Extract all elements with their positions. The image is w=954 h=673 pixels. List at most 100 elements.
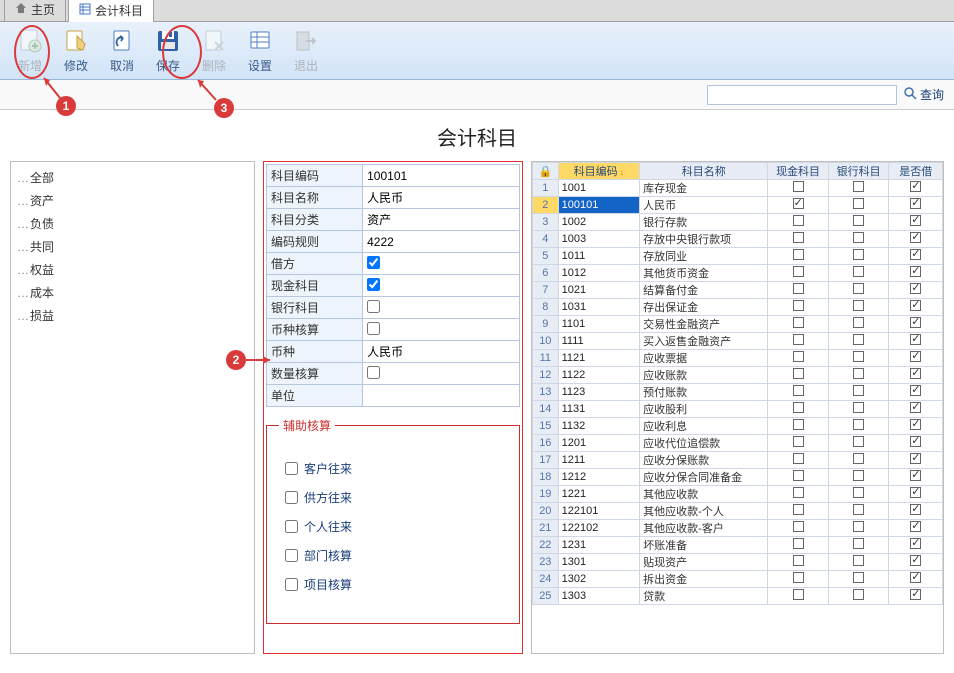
cell-cash[interactable] <box>768 401 829 418</box>
tree-item[interactable]: 共同 <box>15 235 250 258</box>
col-name[interactable]: 科目名称 <box>640 163 768 180</box>
cell-cash[interactable] <box>768 435 829 452</box>
aux-item[interactable]: 客户往来 <box>285 460 501 477</box>
cell-bank[interactable] <box>828 316 889 333</box>
cell-bank[interactable] <box>828 503 889 520</box>
cell-debit[interactable] <box>889 180 943 197</box>
cell-debit[interactable] <box>889 486 943 503</box>
cell-debit[interactable] <box>889 231 943 248</box>
cell-cash[interactable] <box>768 282 829 299</box>
aux-item[interactable]: 部门核算 <box>285 547 501 564</box>
table-row[interactable]: 81031存出保证金 <box>533 299 943 316</box>
cell-debit[interactable] <box>889 282 943 299</box>
table-row[interactable]: 111121应收票据 <box>533 350 943 367</box>
cell-bank[interactable] <box>828 537 889 554</box>
cell-cash[interactable] <box>768 588 829 605</box>
aux-item[interactable]: 项目核算 <box>285 576 501 593</box>
cell-debit[interactable] <box>889 333 943 350</box>
table-row[interactable]: 31002银行存款 <box>533 214 943 231</box>
cell-debit[interactable] <box>889 537 943 554</box>
table-row[interactable]: 11001库存现金 <box>533 180 943 197</box>
tree-item[interactable]: 负债 <box>15 212 250 235</box>
cell-debit[interactable] <box>889 197 943 214</box>
aux-checkbox[interactable] <box>285 578 298 591</box>
cell-debit[interactable] <box>889 520 943 537</box>
table-row[interactable]: 20122101其他应收款-个人 <box>533 503 943 520</box>
cell-cash[interactable] <box>768 503 829 520</box>
cell-bank[interactable] <box>828 554 889 571</box>
cell-debit[interactable] <box>889 554 943 571</box>
edit-button[interactable]: 修改 <box>54 26 98 76</box>
table-row[interactable]: 41003存放中央银行款项 <box>533 231 943 248</box>
cell-cash[interactable] <box>768 265 829 282</box>
cell-bank[interactable] <box>828 588 889 605</box>
table-row[interactable]: 231301贴现资产 <box>533 554 943 571</box>
cell-cash[interactable] <box>768 367 829 384</box>
cell-debit[interactable] <box>889 384 943 401</box>
exit-button[interactable]: 退出 <box>284 26 328 76</box>
cell-debit[interactable] <box>889 401 943 418</box>
cell-bank[interactable] <box>828 571 889 588</box>
col-bank[interactable]: 银行科目 <box>828 163 889 180</box>
cell-debit[interactable] <box>889 503 943 520</box>
cell-debit[interactable] <box>889 316 943 333</box>
form-input[interactable] <box>367 344 515 358</box>
settings-button[interactable]: 设置 <box>238 26 282 76</box>
cell-debit[interactable] <box>889 248 943 265</box>
cell-bank[interactable] <box>828 231 889 248</box>
table-row[interactable]: 2100101人民币 <box>533 197 943 214</box>
table-row[interactable]: 21122102其他应收款-客户 <box>533 520 943 537</box>
cell-bank[interactable] <box>828 452 889 469</box>
table-row[interactable]: 181212应收分保合同准备金 <box>533 469 943 486</box>
cell-bank[interactable] <box>828 367 889 384</box>
cell-cash[interactable] <box>768 333 829 350</box>
cell-bank[interactable] <box>828 214 889 231</box>
cell-bank[interactable] <box>828 333 889 350</box>
col-lock[interactable]: 🔒 <box>533 163 559 180</box>
cell-debit[interactable] <box>889 265 943 282</box>
aux-item[interactable]: 个人往来 <box>285 518 501 535</box>
table-row[interactable]: 131123预付账款 <box>533 384 943 401</box>
cell-bank[interactable] <box>828 180 889 197</box>
add-button[interactable]: 新增 <box>8 26 52 76</box>
tab-accounts[interactable]: 会计科目 <box>68 0 154 22</box>
cell-cash[interactable] <box>768 520 829 537</box>
tree-item[interactable]: 损益 <box>15 304 250 327</box>
tree-item[interactable]: 资产 <box>15 189 250 212</box>
cell-bank[interactable] <box>828 265 889 282</box>
col-cash[interactable]: 现金科目 <box>768 163 829 180</box>
table-row[interactable]: 51011存放同业 <box>533 248 943 265</box>
table-row[interactable]: 71021结算备付金 <box>533 282 943 299</box>
cell-debit[interactable] <box>889 571 943 588</box>
cell-cash[interactable] <box>768 486 829 503</box>
cancel-button[interactable]: 取消 <box>100 26 144 76</box>
cell-debit[interactable] <box>889 588 943 605</box>
cell-bank[interactable] <box>828 435 889 452</box>
aux-checkbox[interactable] <box>285 549 298 562</box>
cell-cash[interactable] <box>768 418 829 435</box>
form-checkbox[interactable] <box>367 300 380 313</box>
aux-checkbox[interactable] <box>285 462 298 475</box>
cell-debit[interactable] <box>889 350 943 367</box>
cell-debit[interactable] <box>889 435 943 452</box>
table-row[interactable]: 121122应收账款 <box>533 367 943 384</box>
tree-item[interactable]: 权益 <box>15 258 250 281</box>
cell-debit[interactable] <box>889 367 943 384</box>
search-input[interactable] <box>707 85 897 105</box>
cell-cash[interactable] <box>768 180 829 197</box>
cell-cash[interactable] <box>768 452 829 469</box>
form-checkbox[interactable] <box>367 366 380 379</box>
cell-cash[interactable] <box>768 537 829 554</box>
table-row[interactable]: 141131应收股利 <box>533 401 943 418</box>
cell-bank[interactable] <box>828 486 889 503</box>
table-row[interactable]: 191221其他应收款 <box>533 486 943 503</box>
table-row[interactable]: 161201应收代位追偿款 <box>533 435 943 452</box>
cell-debit[interactable] <box>889 452 943 469</box>
cell-debit[interactable] <box>889 299 943 316</box>
cell-bank[interactable] <box>828 197 889 214</box>
cell-cash[interactable] <box>768 571 829 588</box>
cell-cash[interactable] <box>768 214 829 231</box>
form-input[interactable] <box>367 169 515 183</box>
save-button[interactable]: 保存 <box>146 26 190 76</box>
table-row[interactable]: 241302拆出资金 <box>533 571 943 588</box>
